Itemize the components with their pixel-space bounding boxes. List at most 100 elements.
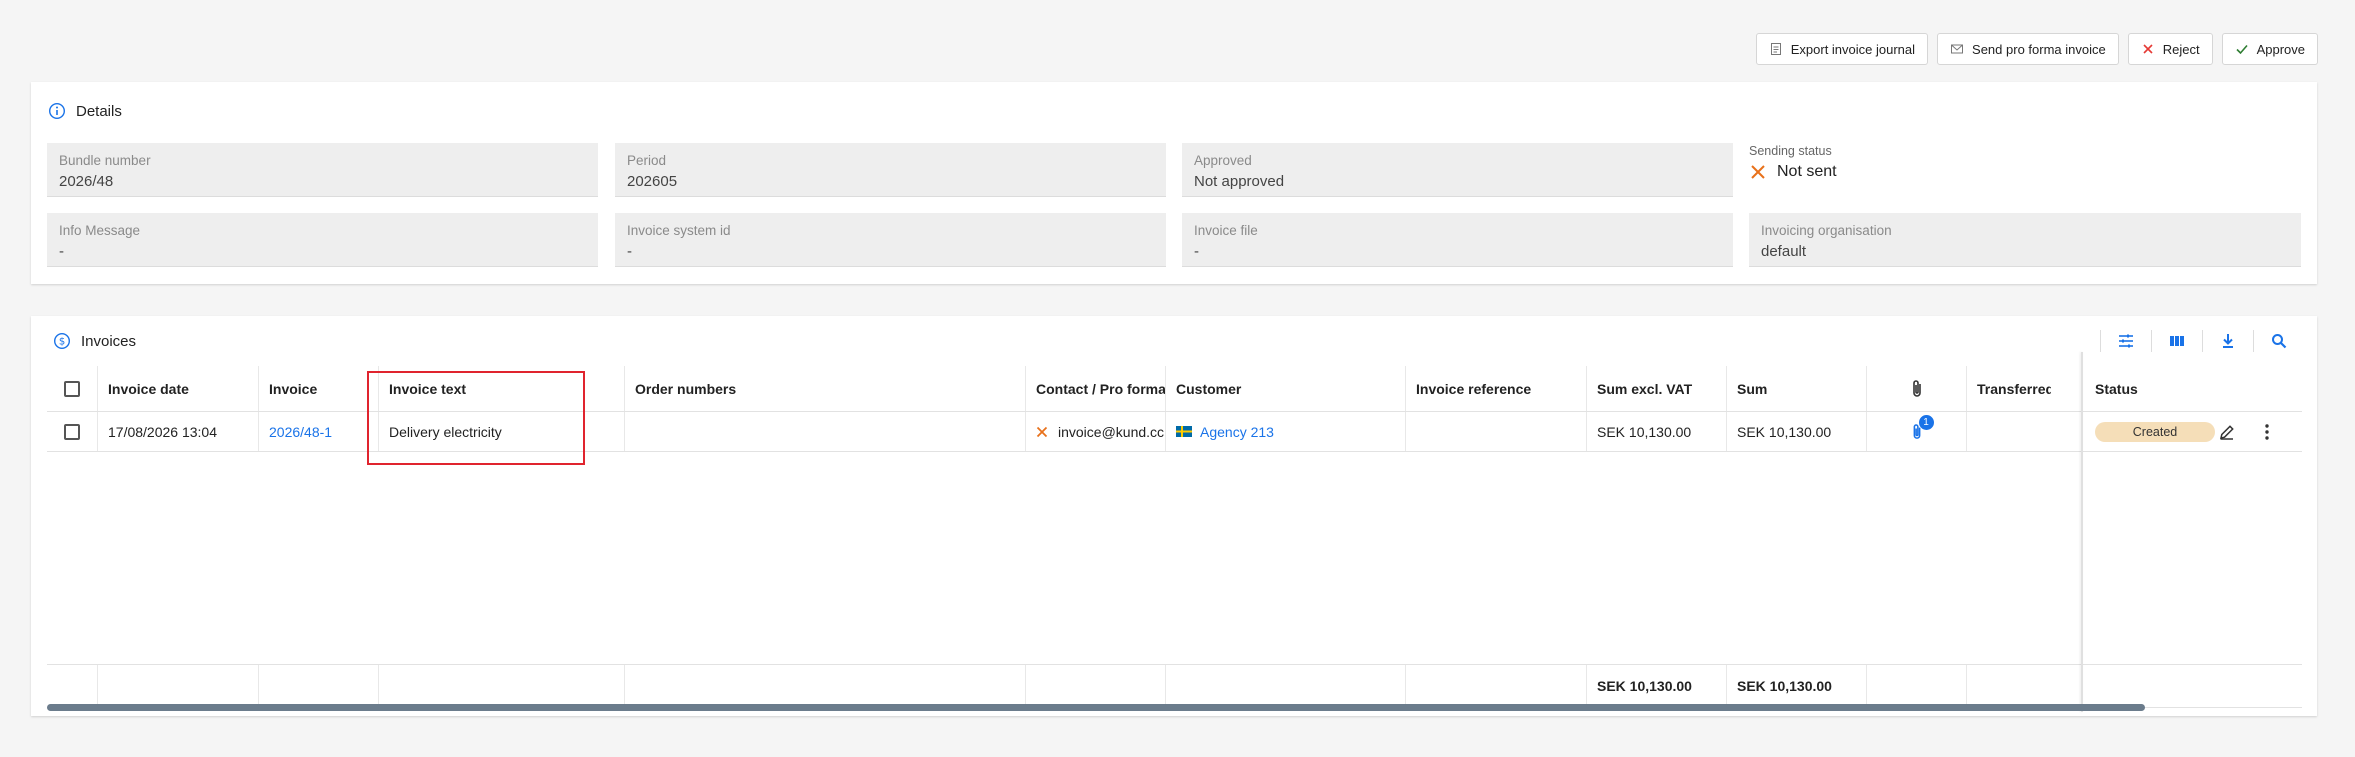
info-message-value: - xyxy=(59,243,64,260)
info-message-field: Info Message - xyxy=(47,213,598,267)
cell-customer: Agency 213 xyxy=(1165,412,1405,451)
send-pro-forma-button[interactable]: Send pro forma invoice xyxy=(1937,33,2119,65)
horizontal-scrollbar[interactable] xyxy=(47,704,2145,711)
divider xyxy=(2151,330,2152,352)
paperclip-icon xyxy=(1912,379,1921,397)
customer-link[interactable]: Agency 213 xyxy=(1200,424,1274,440)
column-header-status[interactable]: Status xyxy=(2085,366,2235,411)
check-icon xyxy=(2236,44,2248,55)
more-options-button[interactable] xyxy=(2247,412,2287,451)
total-sum-excl-vat: SEK 10,130.00 xyxy=(1586,665,1726,707)
attachment-button[interactable]: 1 xyxy=(1907,414,1934,442)
totals-empty-cell xyxy=(624,665,1025,707)
cell-transferred xyxy=(1966,412,2051,451)
cell-invoice-date: 17/08/2026 13:04 xyxy=(97,412,258,451)
invoice-system-id-value: - xyxy=(627,243,632,260)
table-header-row: Invoice date Invoice Invoice text Order … xyxy=(47,366,2302,412)
bundle-number-label: Bundle number xyxy=(59,153,151,168)
totals-empty-cell xyxy=(378,665,624,707)
period-field: Period 202605 xyxy=(615,143,1166,197)
details-header: Details xyxy=(48,102,122,120)
download-button[interactable] xyxy=(2217,330,2239,352)
reject-button[interactable]: Reject xyxy=(2127,33,2213,65)
edit-button[interactable] xyxy=(2207,412,2247,451)
cell-contact: invoice@kund.cc xyxy=(1025,412,1165,451)
totals-empty-cell xyxy=(1165,665,1405,707)
approve-button[interactable]: Approve xyxy=(2221,33,2318,65)
pencil-icon xyxy=(2220,424,2234,440)
divider xyxy=(2202,330,2203,352)
send-pro-forma-label: Send pro forma invoice xyxy=(1972,41,2106,57)
tune-icon xyxy=(2119,334,2133,348)
invoicing-organisation-value: default xyxy=(1761,243,1807,260)
invoice-system-id-label: Invoice system id xyxy=(627,223,731,238)
divider xyxy=(2100,330,2101,352)
contact-email: invoice@kund.cc xyxy=(1058,423,1165,440)
export-invoice-journal-label: Export invoice journal xyxy=(1790,41,1916,57)
cell-order-numbers xyxy=(624,412,1025,451)
invoices-header: $ Invoices xyxy=(53,332,136,350)
cell-sum: SEK 10,130.00 xyxy=(1726,412,1866,451)
sending-status-value: Not sent xyxy=(1777,163,1837,180)
download-icon xyxy=(2223,334,2233,348)
column-header-contact[interactable]: Contact / Pro forma xyxy=(1025,366,1165,411)
pinned-column-divider xyxy=(2081,352,2083,712)
details-panel: Details Bundle number 2026/48 Period 202… xyxy=(31,82,2317,284)
table-row[interactable]: 17/08/2026 13:04 2026/48-1 Delivery elec… xyxy=(47,412,2302,452)
totals-empty-cell xyxy=(97,665,258,707)
close-icon xyxy=(2143,44,2153,54)
sweden-flag-icon xyxy=(1176,426,1192,437)
action-toolbar: Export invoice journal Send pro forma in… xyxy=(1755,33,2318,65)
cell-sum-excl-vat: SEK 10,130.00 xyxy=(1586,412,1726,451)
period-label: Period xyxy=(627,153,667,168)
invoice-link[interactable]: 2026/48-1 xyxy=(258,412,378,451)
totals-empty-cell xyxy=(1025,665,1165,707)
search-button[interactable] xyxy=(2268,330,2290,352)
row-select-cell xyxy=(47,412,97,451)
filter-settings-button[interactable] xyxy=(2115,330,2137,352)
invoice-file-value: - xyxy=(1194,243,1199,260)
svg-text:$: $ xyxy=(59,337,65,348)
totals-empty-cell xyxy=(47,665,97,707)
column-header-order-numbers[interactable]: Order numbers xyxy=(624,366,1025,411)
column-header-sum[interactable]: Sum xyxy=(1726,366,1866,411)
approved-label: Approved xyxy=(1194,153,1252,168)
totals-empty-cell xyxy=(1966,665,2051,707)
totals-row: SEK 10,130.00 SEK 10,130.00 xyxy=(47,664,2302,708)
divider xyxy=(2253,330,2254,352)
row-checkbox[interactable] xyxy=(64,423,80,440)
column-header-invoice-date[interactable]: Invoice date xyxy=(97,366,258,411)
column-header-invoice-reference[interactable]: Invoice reference xyxy=(1405,366,1586,411)
totals-empty-cell xyxy=(1866,665,1966,707)
search-icon xyxy=(2272,334,2287,349)
column-header-invoice[interactable]: Invoice xyxy=(258,366,378,411)
attachment-count-badge: 1 xyxy=(1918,414,1934,430)
bundle-number-value: 2026/48 xyxy=(59,173,114,190)
column-header-sum-excl-vat[interactable]: Sum excl. VAT xyxy=(1586,366,1726,411)
cell-invoice-reference xyxy=(1405,412,1586,451)
document-icon xyxy=(1770,43,1781,55)
more-vertical-icon xyxy=(2265,423,2269,440)
column-header-customer[interactable]: Customer xyxy=(1165,366,1405,411)
column-header-attachments[interactable] xyxy=(1866,366,1966,411)
cell-attachments: 1 xyxy=(1866,412,1966,451)
invoicing-organisation-label: Invoicing organisation xyxy=(1761,223,1892,238)
sending-status-field: Sending status Not sent xyxy=(1749,144,1837,181)
select-all-checkbox[interactable] xyxy=(64,380,80,397)
dollar-circle-icon: $ xyxy=(53,332,71,350)
column-header-transferred[interactable]: Transferred xyxy=(1966,366,2051,411)
mail-icon xyxy=(1951,44,1964,54)
approved-field: Approved Not approved xyxy=(1182,143,1733,197)
bundle-number-field: Bundle number 2026/48 xyxy=(47,143,598,197)
invoice-system-id-field: Invoice system id - xyxy=(615,213,1166,267)
invoices-title: Invoices xyxy=(81,332,137,350)
totals-empty-cell xyxy=(1405,665,1586,707)
columns-button[interactable] xyxy=(2166,330,2188,352)
status-badge: Created xyxy=(2095,421,2215,442)
approved-value: Not approved xyxy=(1194,173,1285,190)
invoicing-organisation-field: Invoicing organisation default xyxy=(1749,213,2301,267)
totals-empty-cell xyxy=(258,665,378,707)
column-header-invoice-text[interactable]: Invoice text xyxy=(378,366,624,411)
reject-label: Reject xyxy=(2162,41,2200,57)
export-invoice-journal-button[interactable]: Export invoice journal xyxy=(1755,33,1929,65)
